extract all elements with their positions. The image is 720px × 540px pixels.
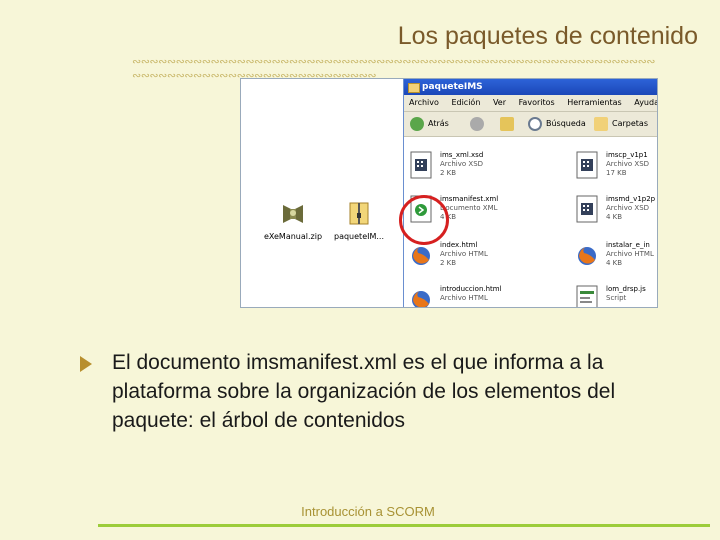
slide-footer: Introducción a SCORM [301, 504, 435, 519]
file-type: Archivo XSD [606, 204, 650, 212]
desktop-icon-paquete: paqueteIM... [319, 199, 399, 241]
file-name: imsmanifest.xml [440, 195, 499, 203]
file-type: Script [606, 294, 627, 302]
xsd-file-icon [576, 195, 598, 223]
forward-arrow-icon[interactable] [470, 117, 484, 131]
file-item[interactable]: lom_drsp.js Script [570, 279, 657, 307]
menu-bar: Archivo Edición Ver Favoritos Herramient… [404, 95, 657, 112]
zip-folder-icon [349, 202, 369, 225]
menu-favoritos[interactable]: Favoritos [519, 98, 555, 107]
file-item[interactable]: imsmd_v1p2p Archivo XSD 4 KB [570, 189, 657, 231]
script-file-icon [576, 285, 598, 307]
file-size: 17 KB [606, 169, 627, 177]
firefox-file-icon [578, 247, 596, 265]
file-size: 2 KB [440, 169, 457, 177]
back-button-label[interactable]: Atrás [428, 112, 449, 136]
window-title: paqueteIMS [422, 82, 483, 92]
file-name: index.html [440, 241, 478, 249]
file-item[interactable]: imscp_v1p1 Archivo XSD 17 KB [570, 145, 657, 187]
desktop-area: eXeManual.zip paqueteIM... [241, 79, 403, 307]
window-titlebar: paqueteIMS [404, 79, 657, 95]
firefox-file-icon [412, 247, 430, 265]
file-name: lom_drsp.js [606, 285, 646, 293]
explorer-screenshot: eXeManual.zip paqueteIM... paqueteIMS Ar… [240, 78, 658, 308]
file-name: imscp_v1p1 [606, 151, 648, 159]
file-item[interactable]: ims_xml.xsd Archivo XSD 2 KB [404, 145, 514, 187]
search-button-label[interactable]: Búsqueda [546, 112, 586, 136]
menu-ver[interactable]: Ver [493, 98, 506, 107]
menu-edicion[interactable]: Edición [451, 98, 480, 107]
up-folder-icon[interactable] [500, 117, 514, 131]
explorer-window: paqueteIMS Archivo Edición Ver Favoritos… [403, 79, 657, 307]
folders-button-label[interactable]: Carpetas [612, 112, 648, 136]
file-type: Archivo HTML [440, 294, 488, 302]
file-type: Archivo XSD [440, 160, 484, 168]
zip-icon [283, 205, 303, 223]
file-name: imsmd_v1p2p [606, 195, 656, 203]
folder-icon [408, 83, 420, 93]
bullet-text: El documento imsmanifest.xml es el que i… [112, 351, 616, 432]
file-item[interactable]: introduccion.html Archivo HTML [404, 279, 514, 307]
file-name: introduccion.html [440, 285, 502, 293]
xsd-file-icon [576, 151, 598, 179]
file-type: Documento XML [440, 204, 498, 212]
file-size: 4 KB [606, 213, 623, 221]
menu-herramientas[interactable]: Herramientas [567, 98, 622, 107]
slide-title: Los paquetes de contenido [397, 22, 698, 50]
file-type: Archivo HTML [606, 250, 654, 258]
decorative-row-1: ∾∾∾∾∾∾∾∾∾∾∾∾∾∾∾∾∾∾∾∾∾∾∾∾∾∾∾∾∾∾∾∾∾∾∾∾∾∾∾∾… [132, 55, 656, 68]
file-name: instalar_e_in [606, 241, 650, 249]
desktop-icon-label: paqueteIM... [334, 232, 384, 241]
highlight-circle [399, 195, 449, 245]
menu-ayuda[interactable]: Ayuda [634, 98, 657, 107]
menu-archivo[interactable]: Archivo [409, 98, 439, 107]
file-type: Archivo HTML [440, 250, 488, 258]
file-size: 2 KB [440, 259, 457, 267]
firefox-file-icon [412, 291, 430, 307]
file-size: 4 KB [606, 259, 623, 267]
file-type: Archivo XSD [606, 160, 650, 168]
bullet-arrow-icon [80, 356, 92, 372]
footer-line [98, 524, 710, 527]
xsd-file-icon [410, 151, 432, 179]
back-arrow-icon[interactable] [410, 117, 424, 131]
file-item[interactable]: instalar_e_in Archivo HTML 4 KB [570, 235, 657, 277]
folders-icon[interactable] [594, 117, 608, 131]
toolbar: Atrás Búsqueda Carpetas [404, 112, 657, 137]
file-name: ims_xml.xsd [440, 151, 484, 159]
search-icon[interactable] [528, 117, 542, 131]
